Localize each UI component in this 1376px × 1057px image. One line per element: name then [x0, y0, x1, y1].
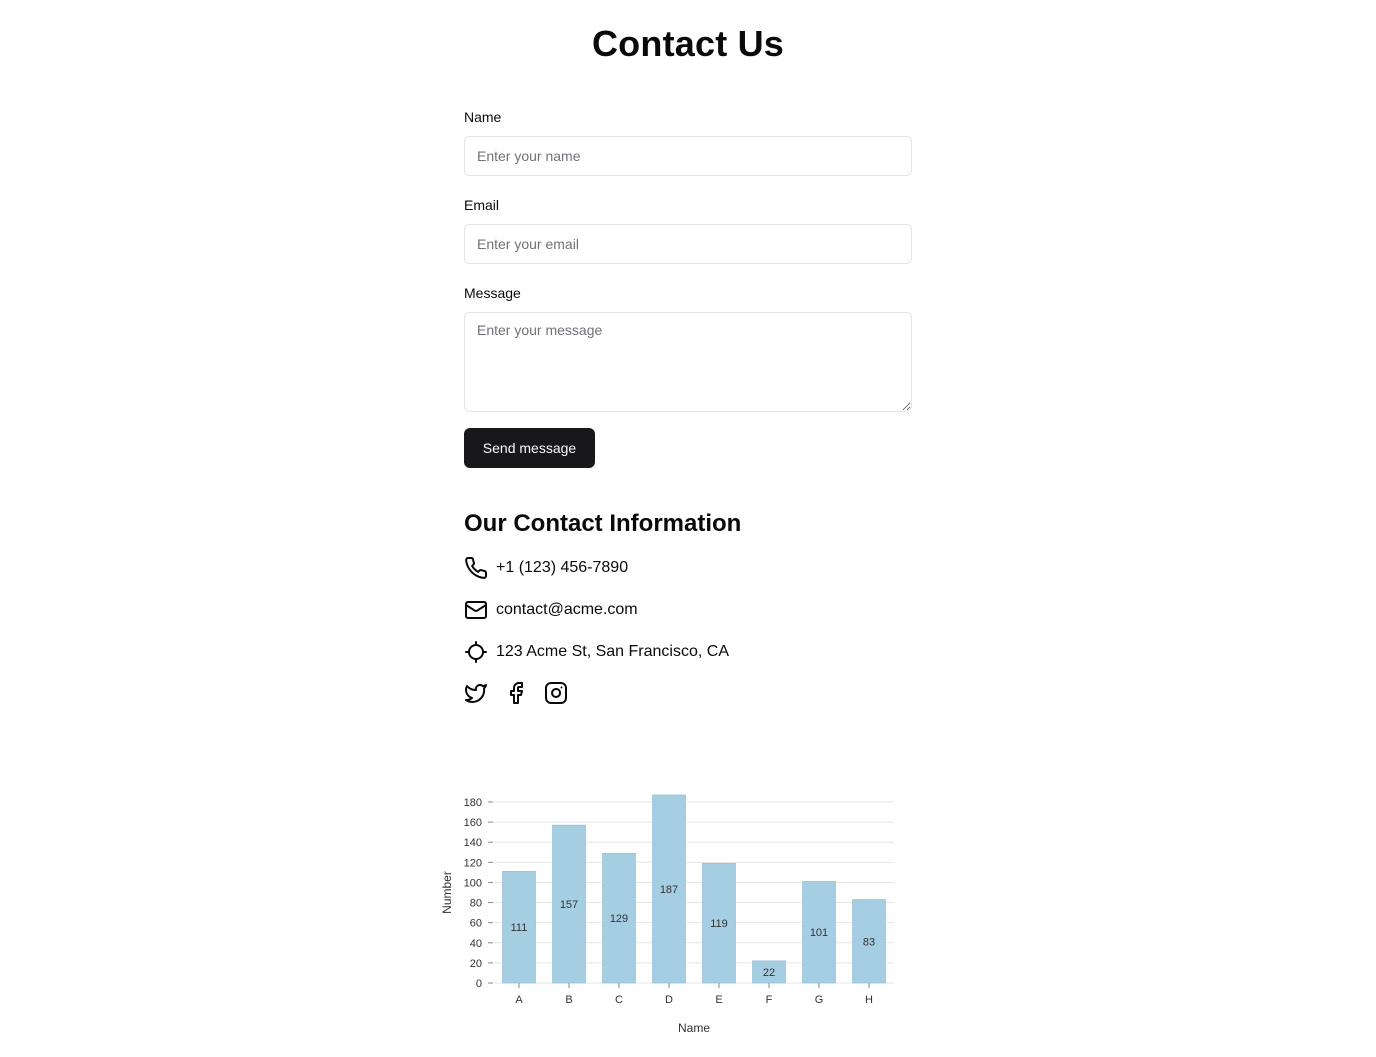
phone-text: +1 (123) 456-7890 — [496, 559, 629, 576]
social-links — [464, 681, 584, 705]
email-text: contact@acme.com — [496, 601, 638, 618]
y-tick-label: 60 — [470, 918, 482, 930]
twitter-icon[interactable] — [464, 681, 488, 705]
address-row: 123 Acme St, San Francisco, CA — [464, 640, 729, 664]
phone-row: +1 (123) 456-7890 — [464, 556, 628, 580]
y-tick-label: 20 — [470, 958, 482, 970]
x-tick-label: E — [715, 994, 722, 1006]
contact-form: Name Email Message — [464, 108, 912, 432]
y-tick-label: 40 — [470, 938, 482, 950]
bar-value-label: 129 — [610, 913, 628, 925]
facebook-icon[interactable] — [504, 681, 528, 705]
email-label: Email — [464, 197, 500, 213]
x-tick-label: G — [815, 994, 824, 1006]
message-field-group: Message — [464, 284, 912, 412]
name-field-group: Name — [464, 108, 912, 176]
email-field-group: Email — [464, 196, 912, 264]
x-tick-label: F — [766, 994, 773, 1006]
x-tick-label: D — [665, 994, 673, 1006]
bar-value-label: 187 — [660, 884, 678, 896]
phone-icon — [464, 556, 488, 580]
contact-info-title: Our Contact Information — [464, 510, 742, 537]
name-input[interactable] — [464, 136, 912, 176]
bar-value-label: 83 — [863, 936, 875, 948]
x-axis-title: Name — [678, 1021, 710, 1035]
x-tick-label: B — [565, 994, 572, 1006]
y-tick-label: 160 — [464, 817, 482, 829]
y-tick-label: 140 — [464, 837, 482, 849]
x-tick-label: A — [515, 994, 523, 1006]
send-message-button[interactable]: Send message — [464, 428, 595, 468]
y-tick-label: 0 — [476, 978, 482, 990]
y-tick-label: 120 — [464, 857, 482, 869]
x-tick-label: C — [615, 994, 623, 1006]
locate-icon — [464, 640, 488, 664]
x-tick-label: H — [865, 994, 873, 1006]
mail-icon — [464, 598, 488, 622]
bar-chart-svg: 0 20 40 60 80 100 120 140 160 180 111 A 157 B 129 C 187 D… — [440, 794, 894, 1035]
address-text: 123 Acme St, San Francisco, CA — [496, 643, 729, 660]
page-title: Contact Us — [591, 23, 785, 64]
bar-value-label: 22 — [763, 967, 775, 979]
name-label: Name — [464, 109, 502, 125]
instagram-icon[interactable] — [544, 681, 568, 705]
contact-page: Contact Us Name Email Message Send messa… — [0, 0, 1376, 1057]
message-textarea[interactable] — [464, 312, 912, 412]
y-tick-label: 80 — [470, 898, 482, 910]
email-row: contact@acme.com — [464, 598, 638, 622]
bar-value-label: 157 — [560, 899, 578, 911]
bar-value-label: 111 — [511, 922, 528, 934]
message-label: Message — [464, 285, 521, 301]
y-tick-label: 100 — [464, 877, 482, 889]
email-input[interactable] — [464, 224, 912, 264]
y-axis-title: Number — [440, 871, 454, 914]
bar-chart: 0 20 40 60 80 100 120 140 160 180 111 A 157 B 129 C 187 D… — [436, 780, 906, 1040]
y-tick-label: 180 — [464, 797, 482, 809]
bar-value-label: 101 — [810, 927, 828, 939]
bar-value-label: 119 — [710, 918, 728, 930]
